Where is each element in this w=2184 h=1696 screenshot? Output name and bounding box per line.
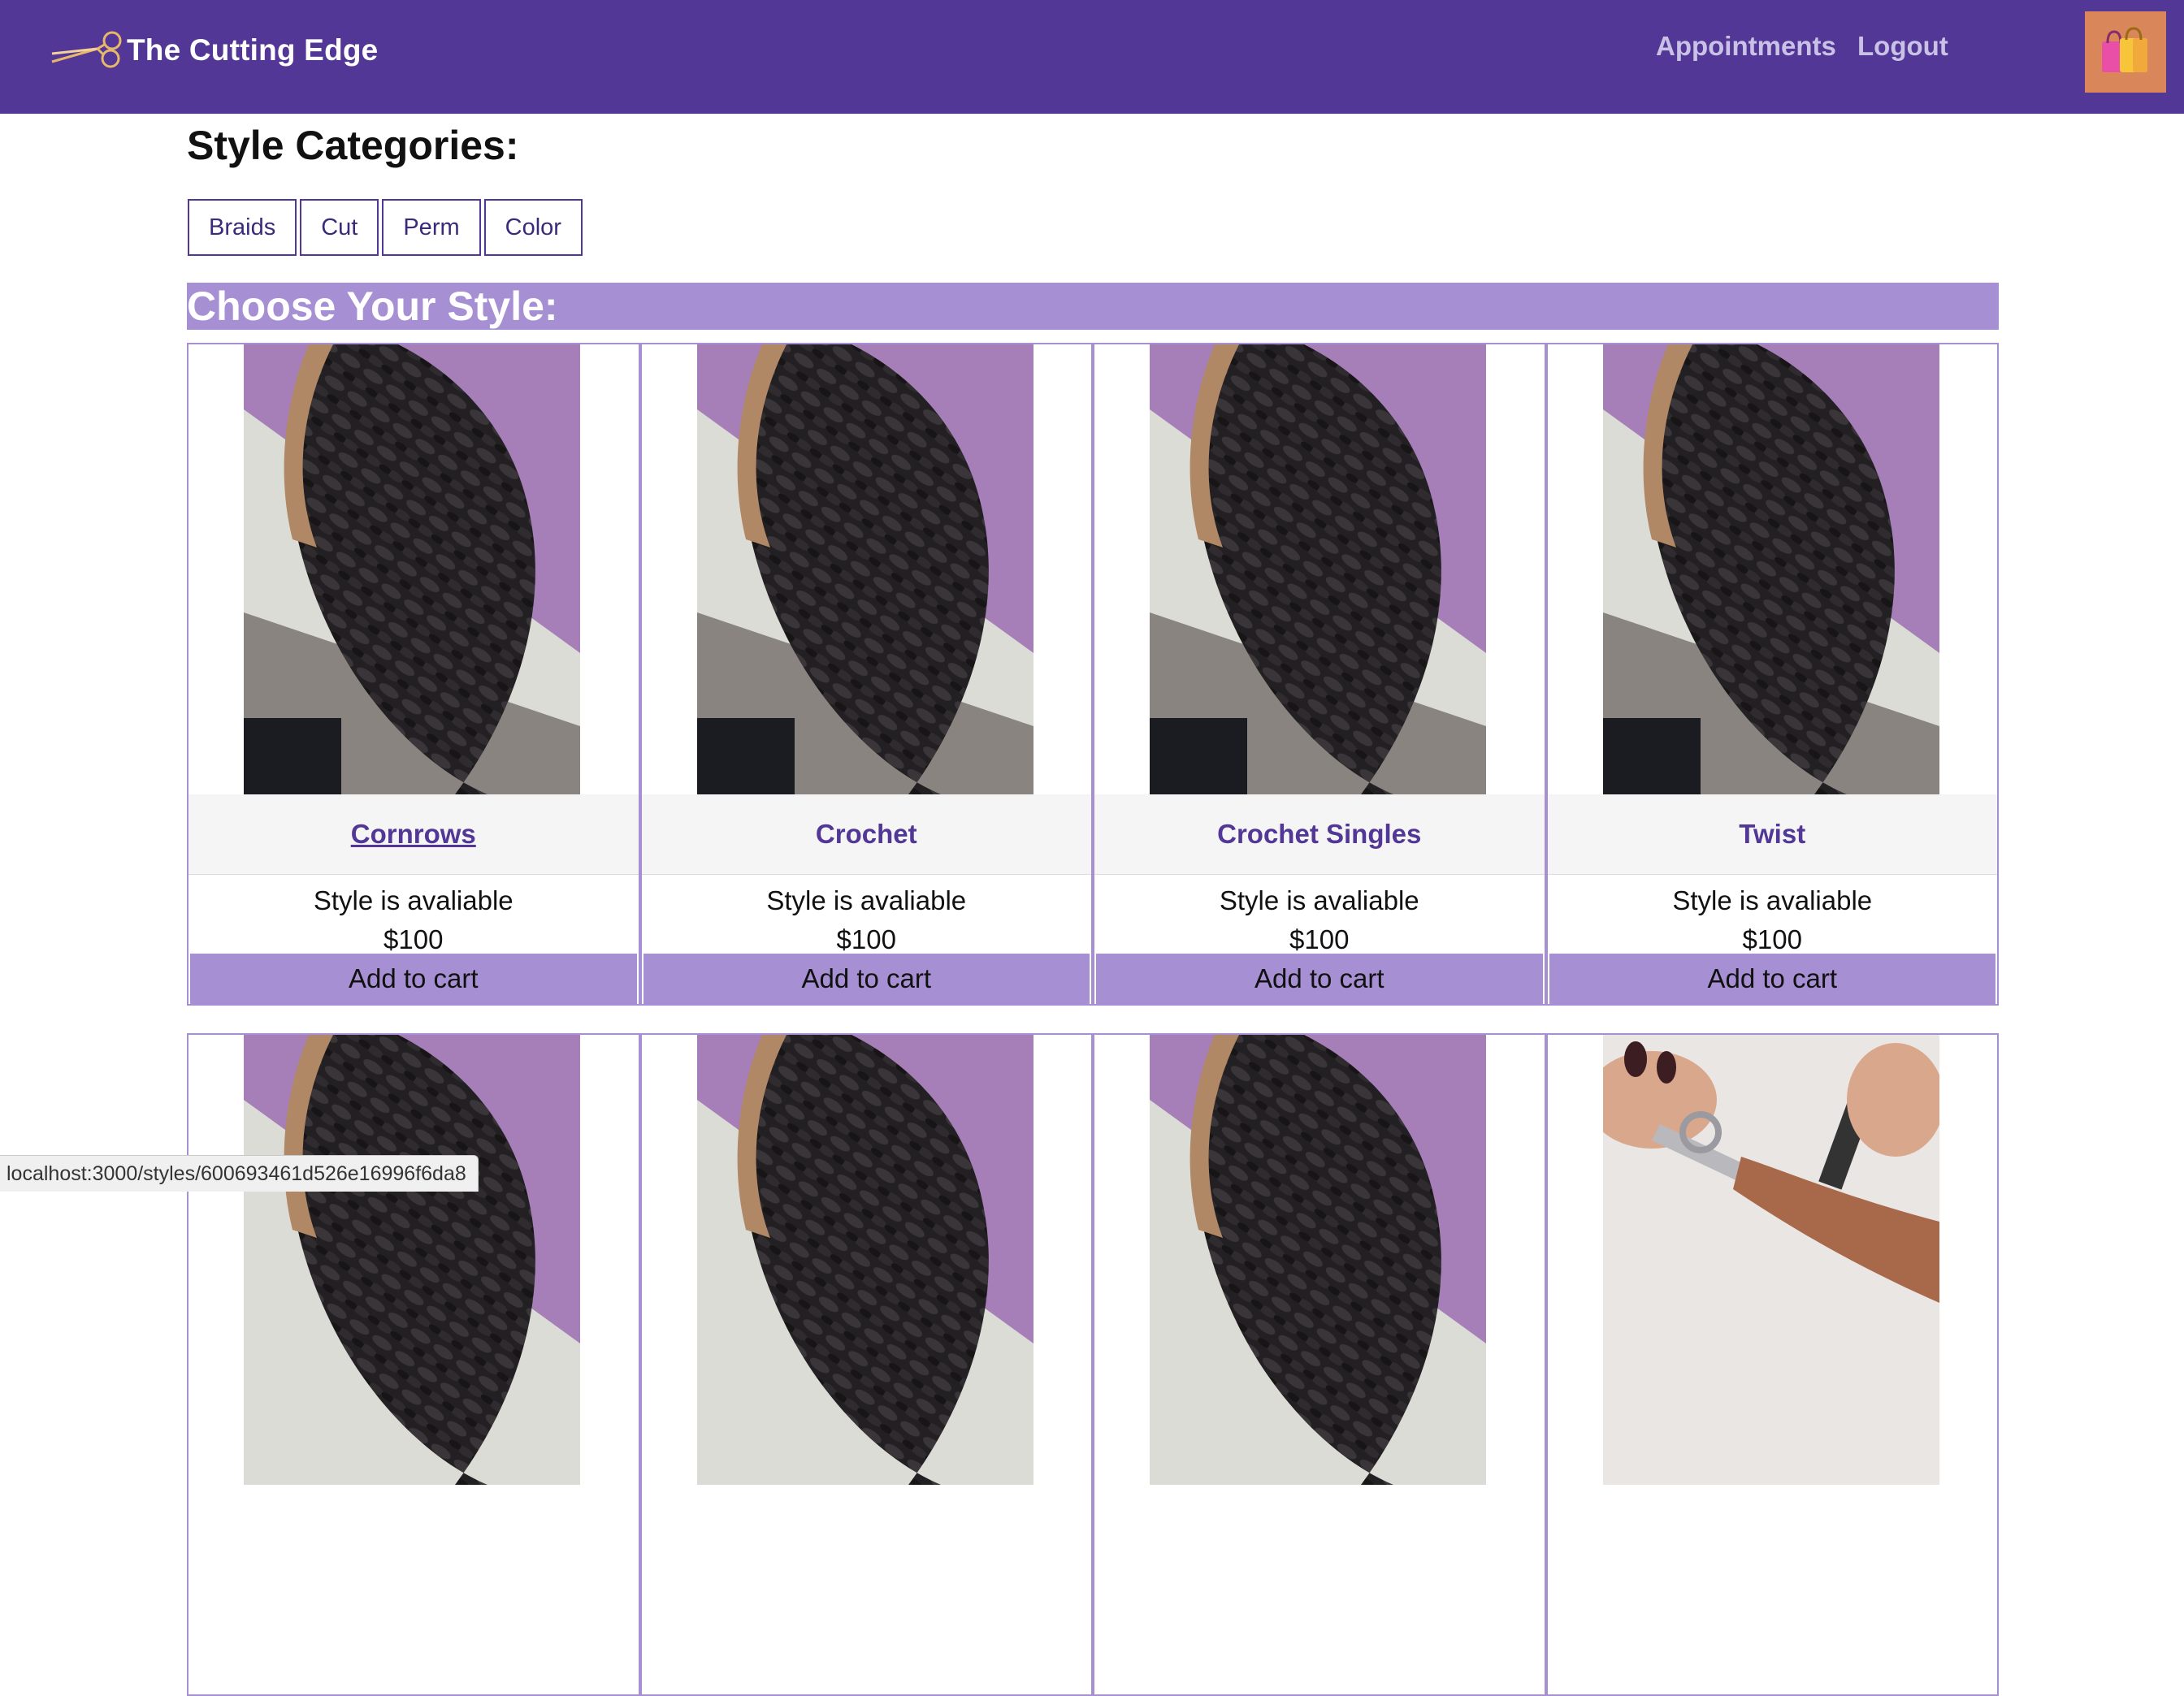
- nav-appointments-link[interactable]: Appointments: [1656, 31, 1836, 62]
- add-to-cart-button[interactable]: Add to cart: [1549, 954, 1996, 1004]
- card-title-band: Twist: [1547, 794, 1997, 875]
- braids-photo[interactable]: [1150, 1035, 1486, 1485]
- category-color-button[interactable]: Color: [483, 199, 583, 256]
- style-card: [1545, 1033, 1999, 1696]
- style-price: $100: [1289, 924, 1350, 954]
- categories-heading: Style Categories:: [187, 123, 519, 168]
- style-title-link[interactable]: Twist: [1739, 819, 1805, 850]
- shopping-bags-icon: [2102, 27, 2147, 72]
- style-status: Style is avaliable: [766, 885, 967, 915]
- link-status-url: localhost:3000/styles/600693461d526e1699…: [0, 1155, 479, 1192]
- scissors-icon: [51, 31, 122, 68]
- card-title-band: Crochet: [641, 794, 1091, 875]
- braids-photo[interactable]: [1602, 344, 1939, 794]
- add-to-cart-button[interactable]: Add to cart: [643, 954, 1090, 1004]
- braids-photo[interactable]: [244, 344, 580, 794]
- style-title-link[interactable]: Crochet: [816, 819, 917, 850]
- card-title-band: Cornrows: [188, 794, 639, 875]
- style-card: Cornrows Style is avaliable $100 Add to …: [187, 343, 640, 1006]
- style-status: Style is avaliable: [1219, 885, 1419, 915]
- category-cut-button[interactable]: Cut: [300, 199, 379, 256]
- brand-name: The Cutting Edge: [127, 33, 379, 67]
- braids-photo[interactable]: [696, 1035, 1034, 1485]
- haircut-scissors-photo[interactable]: [1602, 1035, 1939, 1485]
- category-perm-button[interactable]: Perm: [382, 199, 481, 256]
- style-card: Twist Style is avaliable $100 Add to car…: [1545, 343, 1999, 1006]
- style-title-link[interactable]: Cornrows: [351, 819, 476, 850]
- cart-button[interactable]: [2085, 11, 2166, 93]
- top-navbar: The Cutting Edge Appointments Logout: [0, 0, 2184, 114]
- style-price: $100: [836, 924, 896, 954]
- style-card: [187, 1033, 640, 1696]
- category-buttons: Braids Cut Perm Color: [188, 199, 583, 256]
- card-title-band: Crochet Singles: [1094, 794, 1545, 875]
- style-card: [1093, 1033, 1546, 1696]
- style-status: Style is avaliable: [1672, 885, 1873, 915]
- add-to-cart-button[interactable]: Add to cart: [1096, 954, 1543, 1004]
- braids-photo[interactable]: [1150, 344, 1486, 794]
- style-grid: Cornrows Style is avaliable $100 Add to …: [187, 343, 1999, 1696]
- choose-style-banner: Choose Your Style:: [187, 283, 1999, 330]
- style-status: Style is avaliable: [313, 885, 514, 915]
- nav-logout-link[interactable]: Logout: [1857, 31, 1948, 62]
- braids-photo[interactable]: [696, 344, 1034, 794]
- add-to-cart-button[interactable]: Add to cart: [190, 954, 637, 1004]
- style-price: $100: [1742, 924, 1802, 954]
- style-price: $100: [384, 924, 444, 954]
- brand-link[interactable]: The Cutting Edge: [49, 24, 378, 76]
- style-card: Crochet Singles Style is avaliable $100 …: [1093, 343, 1546, 1006]
- choose-style-heading: Choose Your Style:: [187, 283, 558, 329]
- style-card: [639, 1033, 1093, 1696]
- style-card: Crochet Style is avaliable $100 Add to c…: [639, 343, 1093, 1006]
- category-braids-button[interactable]: Braids: [188, 199, 297, 256]
- braids-photo[interactable]: [244, 1035, 580, 1485]
- style-title-link[interactable]: Crochet Singles: [1217, 819, 1421, 850]
